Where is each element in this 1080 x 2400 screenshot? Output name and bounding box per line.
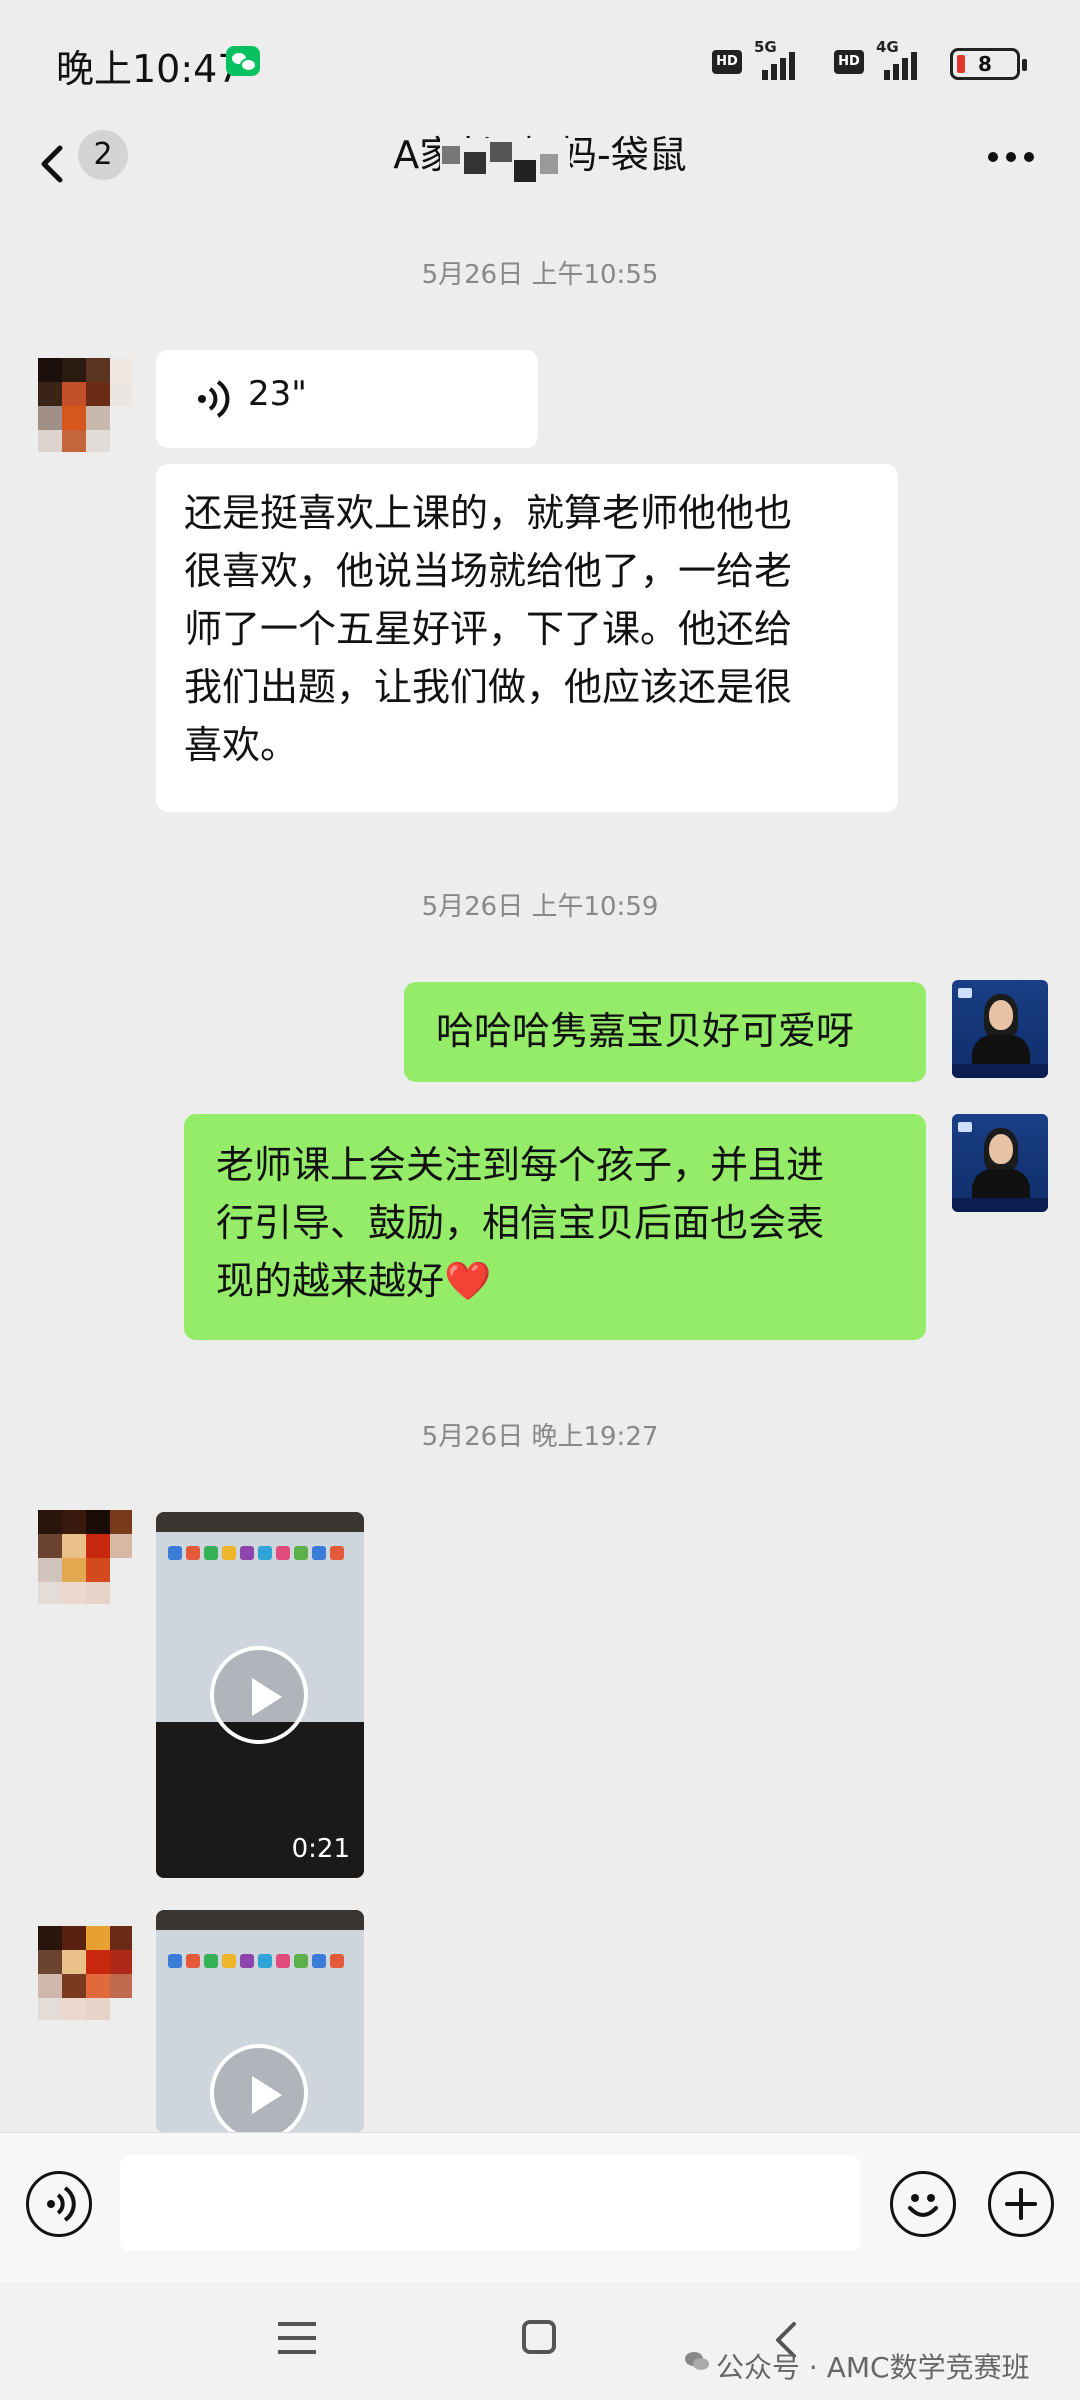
message-line: 师了一个五星好评，下了课。他还给 [184,607,793,651]
signal-bars-icon [754,46,800,80]
video-message[interactable]: 0:21 [156,1512,364,1878]
voice-wave-icon [198,380,230,418]
watermark-text: 公众号 · AMC数学竞赛班 [716,2351,1030,2384]
message-line: 喜欢。 [184,723,299,767]
voice-duration: 23" [248,374,307,414]
chat-input-bar [0,2132,1080,2282]
message-timestamp: 5月26日 上午10:55 [421,260,659,290]
battery-icon: 8 [950,48,1027,80]
voice-message-bubble[interactable]: 23" [156,350,538,448]
plus-icon[interactable] [988,2171,1054,2237]
more-icon[interactable] [988,152,1034,164]
nav-menu-icon[interactable] [278,2322,316,2356]
video-message[interactable] [156,1910,364,2132]
message-input[interactable] [120,2155,860,2251]
message-line: 还是挺喜欢上课的，就算老师他他也 [184,491,793,535]
play-icon[interactable] [210,1646,308,1744]
status-time: 晚上10:47 [56,47,242,91]
play-icon[interactable] [210,2044,308,2132]
outgoing-message-bubble[interactable]: 老师课上会关注到每个孩子，并且进 行引导、鼓励，相信宝贝后面也会表 现的越来越好… [184,1114,926,1340]
wechat-notification-icon [226,46,260,76]
avatar[interactable] [38,358,132,452]
video-duration: 0:21 [291,1834,350,1864]
hd-label: HD [834,50,864,74]
hd-label: HD [712,50,742,74]
outgoing-message-bubble[interactable]: 哈哈哈隽嘉宝贝好可爱呀 [404,982,926,1082]
message-line: 哈哈哈隽嘉宝贝好可爱呀 [436,1009,855,1053]
incoming-message-bubble[interactable]: 还是挺喜欢上课的，就算老师他他也 很喜欢，他说当场就给他了，一给老 师了一个五星… [156,464,898,812]
message-line: 行引导、鼓励，相信宝贝后面也会表 [216,1201,825,1245]
message-line: 我们出题，让我们做，他应该还是很 [184,665,793,709]
avatar[interactable] [952,1114,1048,1212]
avatar[interactable] [38,1926,132,2020]
nav-home-icon[interactable] [522,2320,556,2354]
wechat-watermark-icon [685,2352,709,2370]
avatar[interactable] [952,980,1048,1078]
emoji-icon[interactable] [890,2171,956,2237]
voice-input-icon[interactable] [26,2171,92,2237]
message-line: 很喜欢，他说当场就给他了，一给老 [184,549,793,593]
signal-bars-icon [876,46,922,80]
status-bar: 晚上10:47 HD 5G HD 4G 8 [0,0,1080,120]
avatar[interactable] [38,1510,132,1604]
battery-level: 8 [978,52,992,76]
name-mosaic [440,138,570,184]
message-line: 老师课上会关注到每个孩子，并且进 [216,1143,825,1187]
message-line: 现的越来越好❤️ [216,1259,492,1303]
message-timestamp: 5月26日 晚上19:27 [421,1422,659,1452]
message-timestamp: 5月26日 上午10:59 [421,892,659,922]
